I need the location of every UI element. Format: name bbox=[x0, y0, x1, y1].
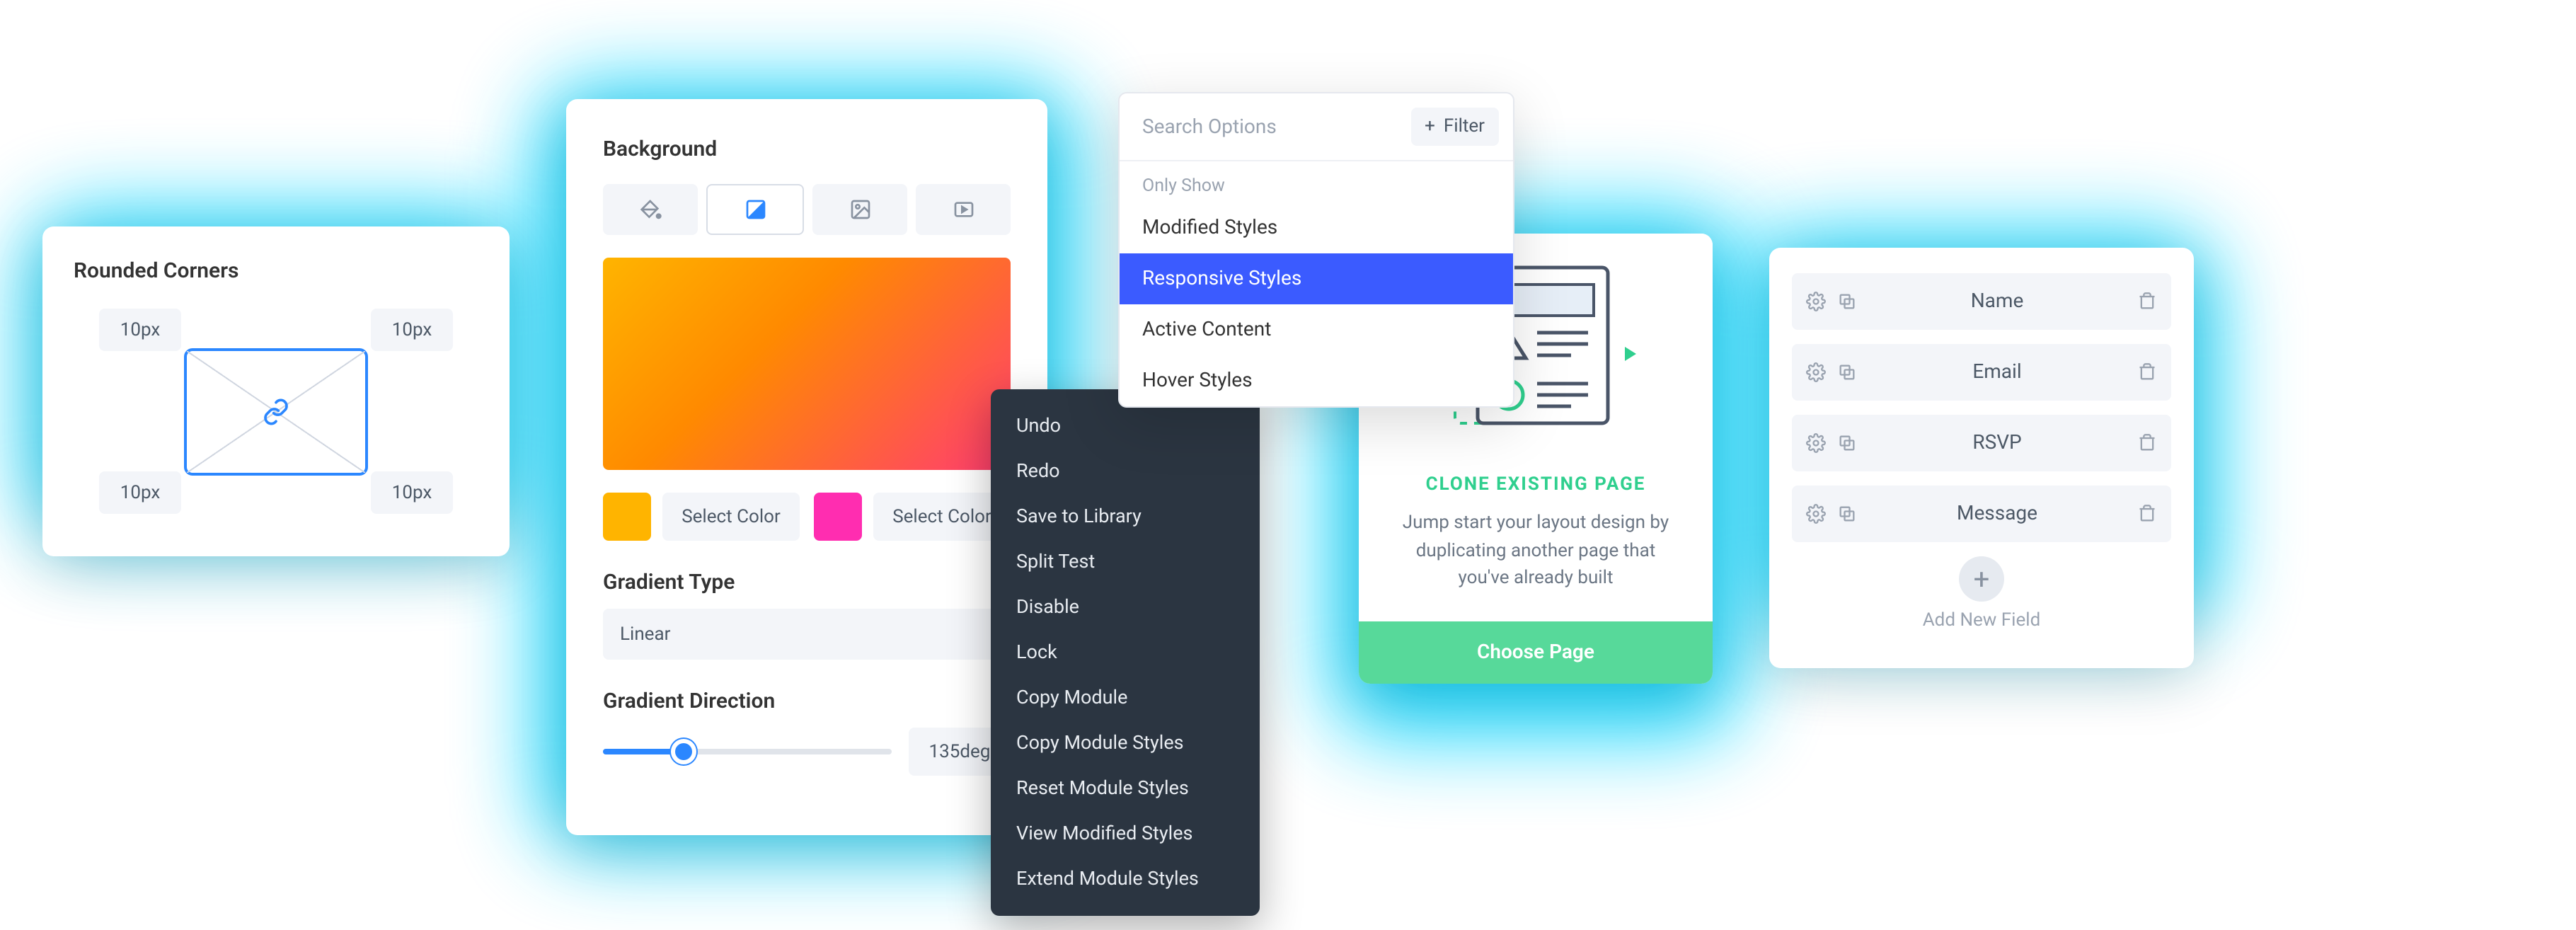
trash-icon[interactable] bbox=[2137, 433, 2157, 453]
gradient-direction-slider[interactable] bbox=[603, 749, 892, 754]
link-icon bbox=[262, 397, 290, 425]
video-icon bbox=[952, 198, 974, 221]
field-row[interactable]: Message bbox=[1792, 486, 2171, 542]
field-name: Message bbox=[1857, 503, 2137, 525]
gradient-icon bbox=[744, 198, 766, 221]
add-field-label: Add New Field bbox=[1792, 610, 2171, 631]
bg-tab-gradient[interactable] bbox=[706, 184, 804, 235]
context-menu-item[interactable]: Reset Module Styles bbox=[991, 766, 1260, 811]
field-name: Name bbox=[1857, 290, 2137, 313]
background-title: Background bbox=[603, 136, 1011, 161]
corner-tl-input[interactable]: 10px bbox=[99, 309, 181, 351]
gradient-preview[interactable] bbox=[603, 258, 1011, 470]
corner-link-box[interactable] bbox=[184, 348, 368, 475]
gradient-type-select[interactable]: Linear bbox=[603, 609, 1011, 660]
corner-tr-input[interactable]: 10px bbox=[371, 309, 453, 351]
trash-icon[interactable] bbox=[2137, 504, 2157, 524]
corner-bl-input[interactable]: 10px bbox=[99, 471, 181, 514]
context-menu-item[interactable]: Redo bbox=[991, 449, 1260, 494]
bg-tab-image[interactable] bbox=[812, 184, 907, 235]
rounded-corners-panel: Rounded Corners 10px 10px 10px 10px bbox=[42, 226, 510, 556]
paint-bucket-icon bbox=[639, 198, 662, 221]
field-row[interactable]: RSVP bbox=[1792, 415, 2171, 471]
field-name: RSVP bbox=[1857, 432, 2137, 454]
filter-label: Filter bbox=[1444, 116, 1485, 137]
filter-option[interactable]: Hover Styles bbox=[1120, 355, 1513, 406]
gear-icon[interactable] bbox=[1806, 362, 1826, 382]
duplicate-icon[interactable] bbox=[1837, 292, 1857, 311]
select-color-1-button[interactable]: Select Color bbox=[662, 493, 800, 541]
corner-br-input[interactable]: 10px bbox=[371, 471, 453, 514]
gradient-type-label: Gradient Type bbox=[603, 569, 1011, 595]
context-menu-item[interactable]: Disable bbox=[991, 585, 1260, 630]
trash-icon[interactable] bbox=[2137, 362, 2157, 382]
duplicate-icon[interactable] bbox=[1837, 504, 1857, 524]
filter-option[interactable]: Responsive Styles bbox=[1120, 253, 1513, 304]
color-chip-1[interactable] bbox=[603, 493, 651, 541]
clone-title: CLONE EXISTING PAGE bbox=[1390, 474, 1681, 495]
bg-tab-video[interactable] bbox=[916, 184, 1011, 235]
gear-icon[interactable] bbox=[1806, 433, 1826, 453]
rounded-corners-title: Rounded Corners bbox=[74, 258, 478, 283]
filter-popover: Search Options + Filter Only Show Modifi… bbox=[1118, 92, 1514, 408]
filter-section-label: Only Show bbox=[1120, 161, 1513, 202]
filter-button[interactable]: + Filter bbox=[1410, 108, 1499, 146]
fields-panel: Name Email RSVP Message + Add New Field bbox=[1769, 248, 2194, 668]
field-row[interactable]: Email bbox=[1792, 344, 2171, 401]
image-icon bbox=[849, 198, 871, 221]
context-menu: UndoRedoSave to LibrarySplit TestDisable… bbox=[991, 389, 1260, 916]
choose-page-button[interactable]: Choose Page bbox=[1359, 621, 1713, 683]
background-panel: Background Select Color Select Color Gra… bbox=[566, 99, 1047, 835]
field-row[interactable]: Name bbox=[1792, 273, 2171, 330]
context-menu-item[interactable]: Lock bbox=[991, 630, 1260, 675]
filter-option[interactable]: Active Content bbox=[1120, 304, 1513, 355]
plus-icon: + bbox=[1425, 116, 1435, 137]
add-field-button[interactable]: + bbox=[1959, 556, 2004, 602]
search-input[interactable]: Search Options bbox=[1134, 115, 1399, 138]
filter-option[interactable]: Modified Styles bbox=[1120, 202, 1513, 253]
gear-icon[interactable] bbox=[1806, 292, 1826, 311]
context-menu-item[interactable]: Extend Module Styles bbox=[991, 856, 1260, 902]
duplicate-icon[interactable] bbox=[1837, 362, 1857, 382]
color-chip-2[interactable] bbox=[814, 493, 862, 541]
bg-tab-color[interactable] bbox=[603, 184, 698, 235]
context-menu-item[interactable]: View Modified Styles bbox=[991, 811, 1260, 856]
gradient-direction-label: Gradient Direction bbox=[603, 688, 1011, 713]
select-color-2-button[interactable]: Select Color bbox=[873, 493, 1011, 541]
context-menu-item[interactable]: Copy Module Styles bbox=[991, 721, 1260, 766]
trash-icon[interactable] bbox=[2137, 292, 2157, 311]
context-menu-item[interactable]: Undo bbox=[991, 403, 1260, 449]
slider-thumb[interactable] bbox=[671, 739, 696, 764]
context-menu-item[interactable]: Save to Library bbox=[991, 494, 1260, 539]
duplicate-icon[interactable] bbox=[1837, 433, 1857, 453]
clone-description: Jump start your layout design by duplica… bbox=[1390, 510, 1681, 592]
context-menu-item[interactable]: Split Test bbox=[991, 539, 1260, 585]
field-name: Email bbox=[1857, 361, 2137, 384]
context-menu-item[interactable]: Copy Module bbox=[991, 675, 1260, 721]
gear-icon[interactable] bbox=[1806, 504, 1826, 524]
